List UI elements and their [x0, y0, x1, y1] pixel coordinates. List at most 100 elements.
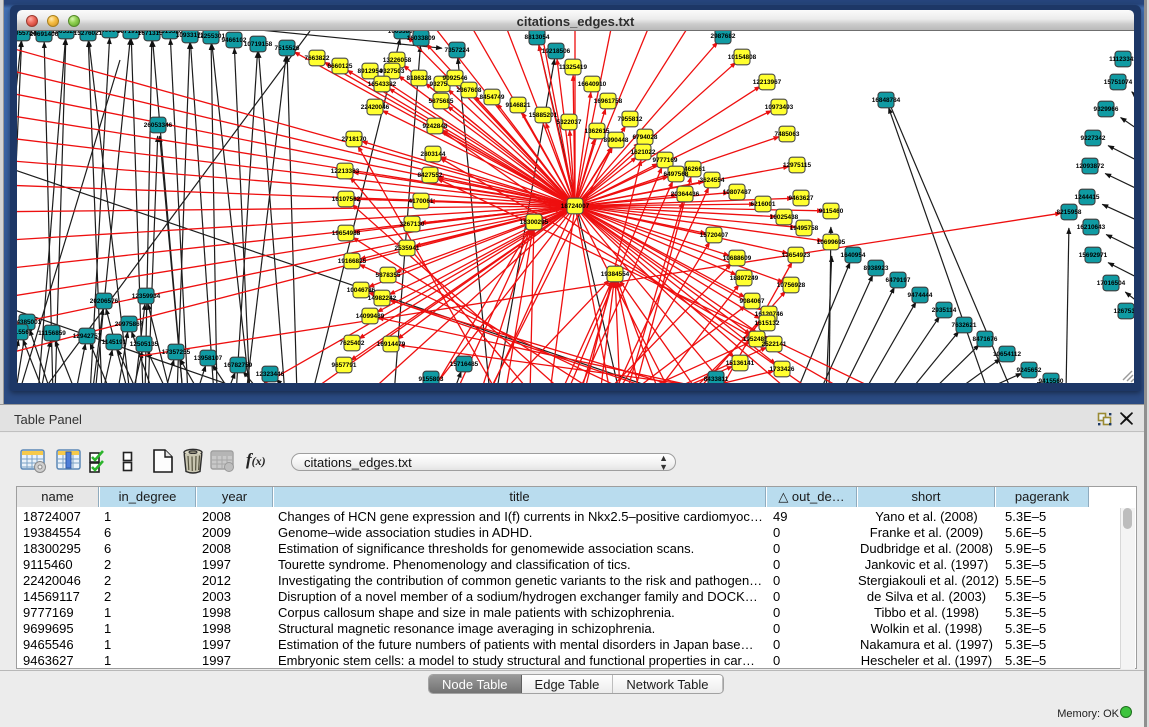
svg-text:19166825: 19166825 — [338, 258, 367, 265]
svg-text:12505135: 12505135 — [130, 341, 159, 348]
svg-text:2935114: 2935114 — [932, 307, 957, 314]
svg-text:1267533: 1267533 — [1114, 308, 1134, 315]
svg-text:12359934: 12359934 — [132, 293, 161, 300]
svg-text:5322037: 5322037 — [557, 119, 582, 126]
svg-text:8660125: 8660125 — [328, 63, 353, 70]
svg-text:18300295: 18300295 — [520, 219, 549, 226]
svg-text:15136141: 15136141 — [726, 360, 755, 367]
svg-text:16640910: 16640910 — [578, 81, 607, 88]
svg-text:6216001: 6216001 — [751, 201, 776, 208]
svg-text:17016504: 17016504 — [1097, 280, 1126, 287]
svg-text:8454749: 8454749 — [480, 94, 505, 101]
svg-text:12213383: 12213383 — [331, 168, 360, 175]
svg-text:3624554: 3624554 — [700, 177, 725, 184]
svg-text:8427552: 8427552 — [418, 172, 443, 179]
svg-text:15885201: 15885201 — [529, 112, 558, 119]
svg-text:9329966: 9329966 — [1094, 106, 1119, 113]
svg-text:16848784: 16848784 — [872, 97, 901, 104]
svg-text:13654923: 13654923 — [782, 252, 811, 259]
svg-text:16033809: 16033809 — [407, 35, 436, 42]
svg-text:7485063: 7485063 — [775, 131, 800, 138]
svg-text:9657791: 9657791 — [332, 362, 357, 369]
svg-text:7625402: 7625402 — [340, 340, 365, 347]
svg-text:7663822: 7663822 — [305, 55, 330, 62]
svg-text:6479197: 6479197 — [886, 277, 911, 284]
svg-text:20364436: 20364436 — [671, 191, 700, 198]
svg-text:12942757: 12942757 — [73, 333, 102, 340]
svg-text:16107562: 16107562 — [332, 196, 361, 203]
svg-text:2535941: 2535941 — [395, 245, 420, 252]
svg-text:8433811: 8433811 — [704, 376, 729, 383]
svg-text:10756928: 10756928 — [777, 282, 806, 289]
svg-text:10688609: 10688609 — [723, 255, 752, 262]
svg-text:16782759: 16782759 — [224, 362, 253, 369]
svg-text:1362615: 1362615 — [585, 128, 610, 135]
svg-text:10154808: 10154808 — [728, 54, 757, 61]
svg-text:3267130: 3267130 — [400, 221, 425, 228]
svg-text:9463627: 9463627 — [789, 195, 814, 202]
svg-text:11123341: 11123341 — [1109, 56, 1134, 63]
svg-text:1145191: 1145191 — [102, 339, 127, 346]
svg-text:1244415: 1244415 — [1075, 194, 1100, 201]
svg-text:19654988: 19654988 — [332, 230, 361, 237]
svg-text:14099489: 14099489 — [356, 313, 385, 320]
svg-text:9474444: 9474444 — [908, 292, 933, 299]
svg-text:9084067: 9084067 — [740, 298, 765, 305]
svg-text:15751074: 15751074 — [1104, 79, 1133, 86]
svg-text:8471676: 8471676 — [973, 336, 998, 343]
svg-text:10654112: 10654112 — [993, 351, 1022, 358]
svg-text:1621022: 1621022 — [631, 149, 656, 156]
svg-text:6794028: 6794028 — [633, 134, 658, 141]
svg-text:10699695: 10699695 — [817, 239, 846, 246]
svg-text:19384554: 19384554 — [601, 271, 630, 278]
svg-text:7632621: 7632621 — [952, 322, 977, 329]
svg-text:14982242: 14982242 — [368, 295, 397, 302]
svg-text:15692971: 15692971 — [1079, 252, 1108, 259]
svg-text:18724007: 18724007 — [561, 203, 590, 210]
svg-text:16210643: 16210643 — [1077, 224, 1106, 231]
svg-text:12975115: 12975115 — [783, 162, 812, 169]
svg-text:9146821: 9146821 — [506, 102, 531, 109]
svg-text:2367608: 2367608 — [457, 87, 482, 94]
svg-text:9415560: 9415560 — [1039, 378, 1064, 383]
svg-text:10025438: 10025438 — [770, 214, 799, 221]
svg-text:4170061: 4170061 — [409, 198, 434, 205]
svg-text:10719158: 10719158 — [244, 41, 273, 48]
svg-text:16961758: 16961758 — [594, 98, 623, 105]
svg-text:16543382: 16543382 — [368, 81, 397, 88]
svg-text:2522141: 2522141 — [762, 341, 787, 348]
svg-text:9092546: 9092546 — [443, 75, 468, 82]
svg-text:1733426: 1733426 — [770, 366, 795, 373]
svg-text:18807249: 18807249 — [730, 275, 759, 282]
svg-text:9115460: 9115460 — [819, 208, 844, 215]
svg-text:19218506: 19218506 — [542, 48, 571, 55]
svg-text:2718170: 2718170 — [342, 136, 367, 143]
svg-text:8186328: 8186328 — [407, 75, 432, 82]
svg-text:12093872: 12093872 — [1076, 163, 1105, 170]
svg-text:12213967: 12213967 — [753, 79, 782, 86]
svg-text:9777169: 9777169 — [653, 157, 678, 164]
svg-text:8990448: 8990448 — [604, 137, 629, 144]
svg-text:9327503: 9327503 — [380, 68, 405, 75]
svg-text:8813054: 8813054 — [525, 34, 550, 41]
svg-text:19495758: 19495758 — [790, 225, 819, 232]
svg-text:9245652: 9245652 — [1017, 367, 1042, 374]
svg-text:15716485: 15716485 — [450, 361, 479, 368]
svg-text:1615132: 1615132 — [755, 320, 780, 327]
svg-text:9227342: 9227342 — [1081, 135, 1106, 142]
svg-text:12323446: 12323446 — [256, 371, 285, 378]
svg-text:2987682: 2987682 — [711, 33, 736, 40]
svg-text:17357255: 17357255 — [162, 349, 191, 356]
svg-text:10046786: 10046786 — [347, 287, 376, 294]
svg-text:5878355: 5878355 — [376, 272, 401, 279]
svg-text:7357224: 7357224 — [445, 47, 470, 54]
svg-text:2803144: 2803144 — [421, 151, 446, 158]
svg-text:6497568: 6497568 — [664, 171, 689, 178]
svg-text:5875685: 5875685 — [429, 98, 454, 105]
svg-text:7955812: 7955812 — [618, 116, 643, 123]
svg-text:11325419: 11325419 — [559, 64, 588, 71]
svg-text:9155803: 9155803 — [419, 376, 444, 383]
svg-text:10807487: 10807487 — [723, 189, 752, 196]
svg-text:7515526: 7515526 — [275, 45, 300, 52]
svg-text:10973493: 10973493 — [765, 104, 794, 111]
